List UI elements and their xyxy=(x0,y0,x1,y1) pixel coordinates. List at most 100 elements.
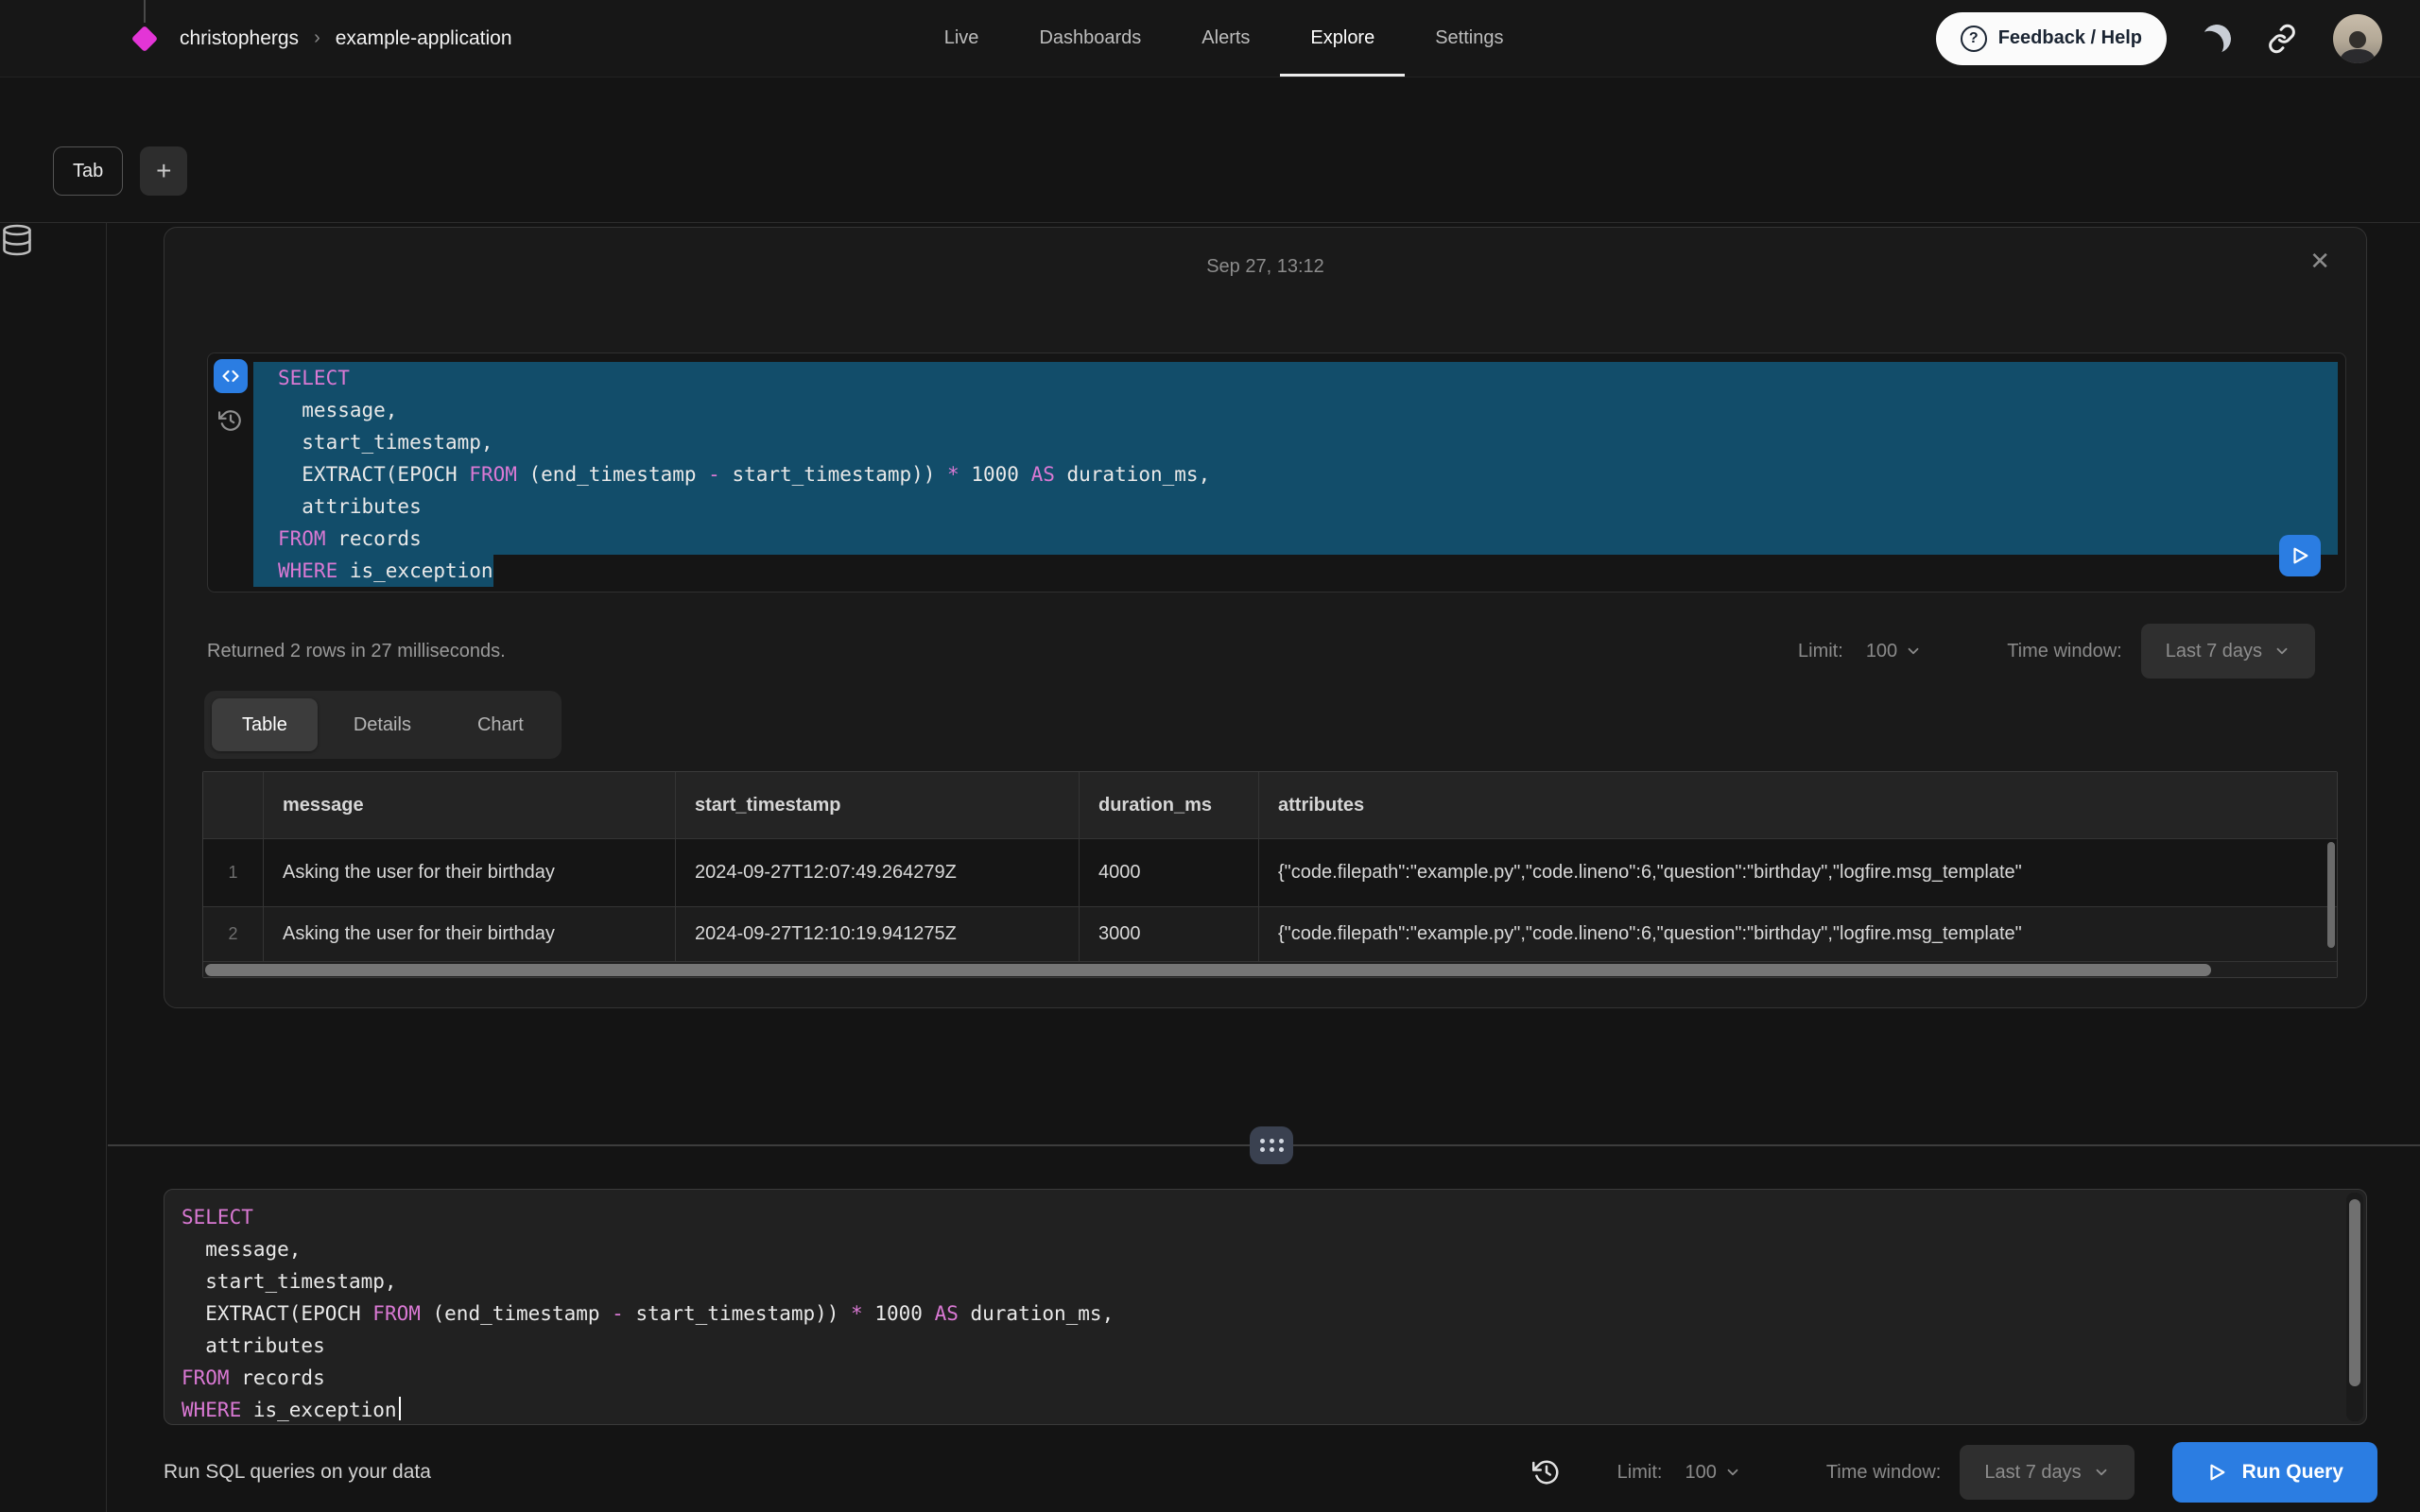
add-tab-button[interactable]: + xyxy=(140,146,187,196)
sql-text: message, xyxy=(182,1238,301,1261)
run-query-button[interactable]: Run Query xyxy=(2172,1442,2377,1503)
result-status-text: Returned 2 rows in 27 milliseconds. xyxy=(207,641,506,662)
cell-duration_ms: 3000 xyxy=(1080,907,1259,961)
sql-keyword: * xyxy=(851,1302,863,1325)
sql-keyword: FROM xyxy=(182,1366,230,1389)
sql-line: FROM records xyxy=(182,1362,2342,1394)
editor-vertical-scrollbar[interactable] xyxy=(2346,1193,2363,1421)
sql-text: attributes xyxy=(182,1334,325,1357)
close-icon[interactable]: ✕ xyxy=(2309,249,2330,273)
view-tab-details[interactable]: Details xyxy=(323,698,441,751)
sql-text: start_timestamp, xyxy=(182,1270,397,1293)
query-history-icon[interactable] xyxy=(218,408,243,433)
sql-text: start_timestamp, xyxy=(278,431,493,454)
scrollbar-thumb[interactable] xyxy=(2327,842,2335,948)
feedback-help-button[interactable]: ? Feedback / Help xyxy=(1936,12,2167,65)
help-icon: ? xyxy=(1961,26,1987,52)
sql-line: message, xyxy=(182,1233,2342,1265)
cell-attributes: {"code.filepath":"example.py","code.line… xyxy=(1259,839,2337,906)
tab-strip: Tab + xyxy=(53,146,187,196)
top-navbar: christophergs › example-application Live… xyxy=(0,0,2420,77)
column-header-attributes[interactable]: attributes xyxy=(1259,772,2337,838)
sql-text: start_timestamp)) xyxy=(624,1302,851,1325)
sql-line: EXTRACT(EPOCH FROM (end_timestamp - star… xyxy=(253,458,2338,490)
sql-query-display[interactable]: SELECT message, start_timestamp, EXTRACT… xyxy=(253,353,2345,592)
nav-item-live[interactable]: Live xyxy=(914,0,1010,77)
scrollbar-thumb[interactable] xyxy=(2349,1199,2360,1386)
limit-select[interactable]: 100 xyxy=(1685,1462,1740,1484)
rerun-query-button[interactable] xyxy=(2279,535,2321,576)
editor-hint-text: Run SQL queries on your data xyxy=(164,1461,431,1484)
table-row[interactable]: 1Asking the user for their birthday2024-… xyxy=(203,838,2337,906)
sql-editor[interactable]: SELECT message, start_timestamp, EXTRACT… xyxy=(164,1189,2367,1425)
limit-label: Limit: xyxy=(1617,1462,1663,1484)
history-icon[interactable] xyxy=(1532,1458,1561,1486)
sql-text: records xyxy=(326,527,422,550)
column-header-start_timestamp[interactable]: start_timestamp xyxy=(676,772,1080,838)
grip-dots-icon xyxy=(1260,1139,1284,1152)
sql-text: (end_timestamp xyxy=(421,1302,612,1325)
breadcrumb-project[interactable]: example-application xyxy=(336,27,512,50)
sql-keyword: AS xyxy=(1031,463,1055,486)
code-view-toggle-button[interactable] xyxy=(214,359,248,393)
query-tab[interactable]: Tab xyxy=(53,146,123,196)
nav-item-dashboards[interactable]: Dashboards xyxy=(1009,0,1171,77)
share-link-icon[interactable] xyxy=(2267,24,2297,54)
user-avatar[interactable] xyxy=(2333,14,2382,63)
result-status-row: Returned 2 rows in 27 milliseconds. Limi… xyxy=(207,623,2315,679)
sql-line: message, xyxy=(253,394,2338,426)
sql-text: message, xyxy=(278,399,397,421)
sql-line: start_timestamp, xyxy=(253,426,2338,458)
column-header-index xyxy=(203,772,264,838)
sql-line: SELECT xyxy=(182,1201,2342,1233)
sql-keyword: - xyxy=(708,463,720,486)
sql-text: EXTRACT(EPOCH xyxy=(278,463,469,486)
nav-item-explore[interactable]: Explore xyxy=(1280,0,1405,77)
sql-line: WHERE is_exception xyxy=(253,555,2338,587)
sql-line: FROM records xyxy=(253,523,2338,555)
database-schema-icon[interactable] xyxy=(0,223,106,257)
sql-keyword: SELECT xyxy=(182,1206,253,1228)
scrollbar-thumb[interactable] xyxy=(205,964,2211,976)
sql-text: start_timestamp)) xyxy=(720,463,947,486)
sql-keyword: FROM xyxy=(469,463,517,486)
column-header-message[interactable]: message xyxy=(264,772,676,838)
sql-line: SELECT xyxy=(253,362,2338,394)
logo-stem xyxy=(144,0,146,23)
sql-keyword: WHERE xyxy=(278,559,337,582)
cell-attributes: {"code.filepath":"example.py","code.line… xyxy=(1259,907,2337,961)
nav-item-settings[interactable]: Settings xyxy=(1405,0,1533,77)
editor-footer-bar: Run SQL queries on your data Limit: 100 … xyxy=(164,1440,2377,1504)
sql-text: 1000 xyxy=(959,463,1031,486)
brand-logo[interactable] xyxy=(132,26,157,51)
sql-line: WHERE is_exception xyxy=(182,1394,2342,1426)
cell-start_timestamp: 2024-09-27T12:10:19.941275Z xyxy=(676,907,1080,961)
table-row[interactable]: 2Asking the user for their birthday2024-… xyxy=(203,906,2337,961)
sql-text: EXTRACT(EPOCH xyxy=(182,1302,372,1325)
theme-moon-icon[interactable] xyxy=(2200,22,2234,56)
time-window-select[interactable]: Last 7 days xyxy=(2141,624,2315,679)
sql-text: records xyxy=(230,1366,325,1389)
text-cursor xyxy=(399,1397,401,1420)
time-window-select[interactable]: Last 7 days xyxy=(1960,1445,2134,1500)
row-index: 2 xyxy=(203,907,264,961)
navbar-actions: ? Feedback / Help xyxy=(1936,12,2382,65)
view-tab-chart[interactable]: Chart xyxy=(447,698,554,751)
sql-text: (end_timestamp xyxy=(517,463,708,486)
table-vertical-scrollbar[interactable] xyxy=(2326,840,2336,961)
row-index: 1 xyxy=(203,839,264,906)
limit-select[interactable]: 100 xyxy=(1866,641,1922,662)
code-gutter xyxy=(208,353,253,592)
left-sidebar xyxy=(0,223,107,1512)
query-timestamp: Sep 27, 13:12 xyxy=(164,256,2366,278)
sql-text: is_exception xyxy=(241,1399,396,1421)
main-nav: LiveDashboardsAlertsExploreSettings xyxy=(914,0,1534,77)
table-horizontal-scrollbar[interactable] xyxy=(203,961,2337,977)
column-header-duration_ms[interactable]: duration_ms xyxy=(1080,772,1259,838)
view-tab-table[interactable]: Table xyxy=(212,698,318,751)
sql-line: start_timestamp, xyxy=(182,1265,2342,1297)
breadcrumb-org[interactable]: christophergs xyxy=(180,27,299,50)
split-drag-handle[interactable] xyxy=(1250,1126,1293,1164)
sql-line: attributes xyxy=(253,490,2338,523)
nav-item-alerts[interactable]: Alerts xyxy=(1171,0,1280,77)
